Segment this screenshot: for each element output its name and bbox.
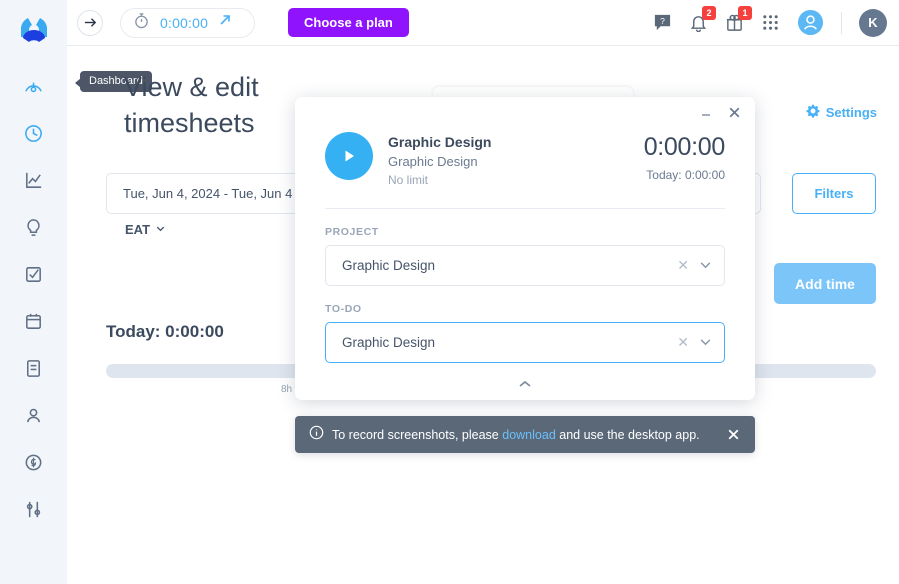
entry-limit-note: No limit: [388, 173, 429, 187]
apps-grid-icon[interactable]: [761, 13, 780, 32]
timezone-select[interactable]: EAT: [125, 222, 166, 237]
toast-message: To record screenshots, please download a…: [332, 428, 700, 442]
gear-icon: [806, 104, 820, 121]
header-timer-widget[interactable]: 0:00:00: [120, 7, 255, 38]
toast-close-icon[interactable]: [726, 427, 741, 442]
help-icon[interactable]: ?: [653, 13, 672, 32]
sidebar: [0, 0, 67, 584]
modal-collapse-button[interactable]: [295, 379, 755, 389]
user-account-icon[interactable]: [797, 9, 824, 36]
modal-window-controls: [699, 105, 742, 120]
svg-text:?: ?: [660, 16, 665, 26]
gift-badge: 1: [738, 6, 752, 20]
clear-todo-icon[interactable]: ✕: [677, 334, 689, 351]
info-icon: [309, 425, 324, 445]
header-timer-value: 0:00:00: [160, 14, 209, 31]
sidebar-item-tasks[interactable]: [17, 261, 51, 287]
progress-hour-mark: 8h: [281, 384, 293, 395]
entry-title: Graphic Design: [388, 134, 492, 150]
settings-link[interactable]: Settings: [806, 104, 877, 121]
header-actions: ? 2 1 K: [653, 6, 887, 37]
today-total-label: Today: 0:00:00: [106, 322, 224, 341]
close-icon[interactable]: [727, 105, 742, 120]
stopwatch-icon: [133, 12, 150, 34]
timer-expand-icon[interactable]: [218, 13, 232, 32]
project-select[interactable]: Graphic Design ✕: [325, 245, 725, 286]
timer-modal: Graphic Design Graphic Design No limit 0…: [295, 97, 755, 400]
chevron-down-icon[interactable]: [699, 258, 712, 274]
sidebar-item-documents[interactable]: [17, 355, 51, 381]
settings-label: Settings: [825, 105, 877, 120]
todo-field-label: TO-DO: [325, 303, 362, 315]
todo-select-value: Graphic Design: [342, 335, 436, 350]
modal-header: Graphic Design Graphic Design No limit 0…: [295, 97, 755, 187]
add-time-button[interactable]: Add time: [774, 263, 876, 304]
notifications-badge: 2: [702, 6, 716, 20]
chevron-down-icon[interactable]: [699, 335, 712, 351]
sidebar-item-schedule[interactable]: [17, 308, 51, 334]
sidebar-item-expenses[interactable]: [17, 449, 51, 475]
project-field-group: PROJECT Graphic Design ✕: [295, 226, 755, 286]
start-timer-button[interactable]: [325, 132, 373, 180]
toast-text-after: and use the desktop app.: [559, 427, 700, 442]
sidebar-item-dashboard[interactable]: [17, 73, 51, 99]
filters-button[interactable]: Filters: [792, 173, 876, 214]
modal-entry-info: Graphic Design Graphic Design No limit: [388, 132, 491, 187]
todo-select[interactable]: Graphic Design ✕: [325, 322, 725, 363]
sidebar-items: [17, 73, 51, 522]
entry-project: Graphic Design: [388, 154, 478, 169]
app-logo[interactable]: [14, 13, 54, 47]
modal-timers: 0:00:00 Today: 0:00:00: [643, 132, 726, 182]
header-divider: [841, 11, 842, 34]
toast-text-before: To record screenshots, please: [332, 427, 499, 442]
notifications-bell-icon[interactable]: 2: [689, 6, 716, 32]
choose-a-plan-button[interactable]: Choose a plan: [288, 8, 409, 37]
sidebar-item-people[interactable]: [17, 402, 51, 428]
project-select-value: Graphic Design: [342, 258, 436, 273]
sidebar-item-time-tracker[interactable]: [17, 120, 51, 146]
project-field-label: PROJECT: [325, 226, 379, 238]
todo-field-group: TO-DO Graphic Design ✕: [295, 303, 755, 363]
chevron-down-icon: [155, 222, 166, 237]
modal-today-total: Today: 0:00:00: [646, 168, 725, 182]
gift-icon[interactable]: 1: [725, 6, 752, 32]
date-range-value: Tue, Jun 4, 2024 - Tue, Jun 4: [123, 186, 293, 201]
avatar[interactable]: K: [859, 8, 887, 37]
screenshot-toast: To record screenshots, please download a…: [295, 416, 755, 453]
sidebar-item-reports[interactable]: [17, 167, 51, 193]
minimize-icon[interactable]: [699, 106, 713, 120]
top-header: 0:00:00 Choose a plan ? 2 1 K: [67, 0, 899, 46]
sidebar-item-settings[interactable]: [17, 496, 51, 522]
app-root: 0:00:00 Choose a plan ? 2 1 K Dashboard …: [0, 0, 899, 584]
download-link[interactable]: download: [502, 428, 556, 442]
timezone-value: EAT: [125, 222, 151, 237]
sidebar-item-insights[interactable]: [17, 214, 51, 240]
modal-divider: [325, 208, 725, 209]
sidebar-collapse-button[interactable]: [77, 9, 103, 36]
modal-timer-value: 0:00:00: [643, 133, 726, 161]
clear-project-icon[interactable]: ✕: [677, 257, 689, 274]
